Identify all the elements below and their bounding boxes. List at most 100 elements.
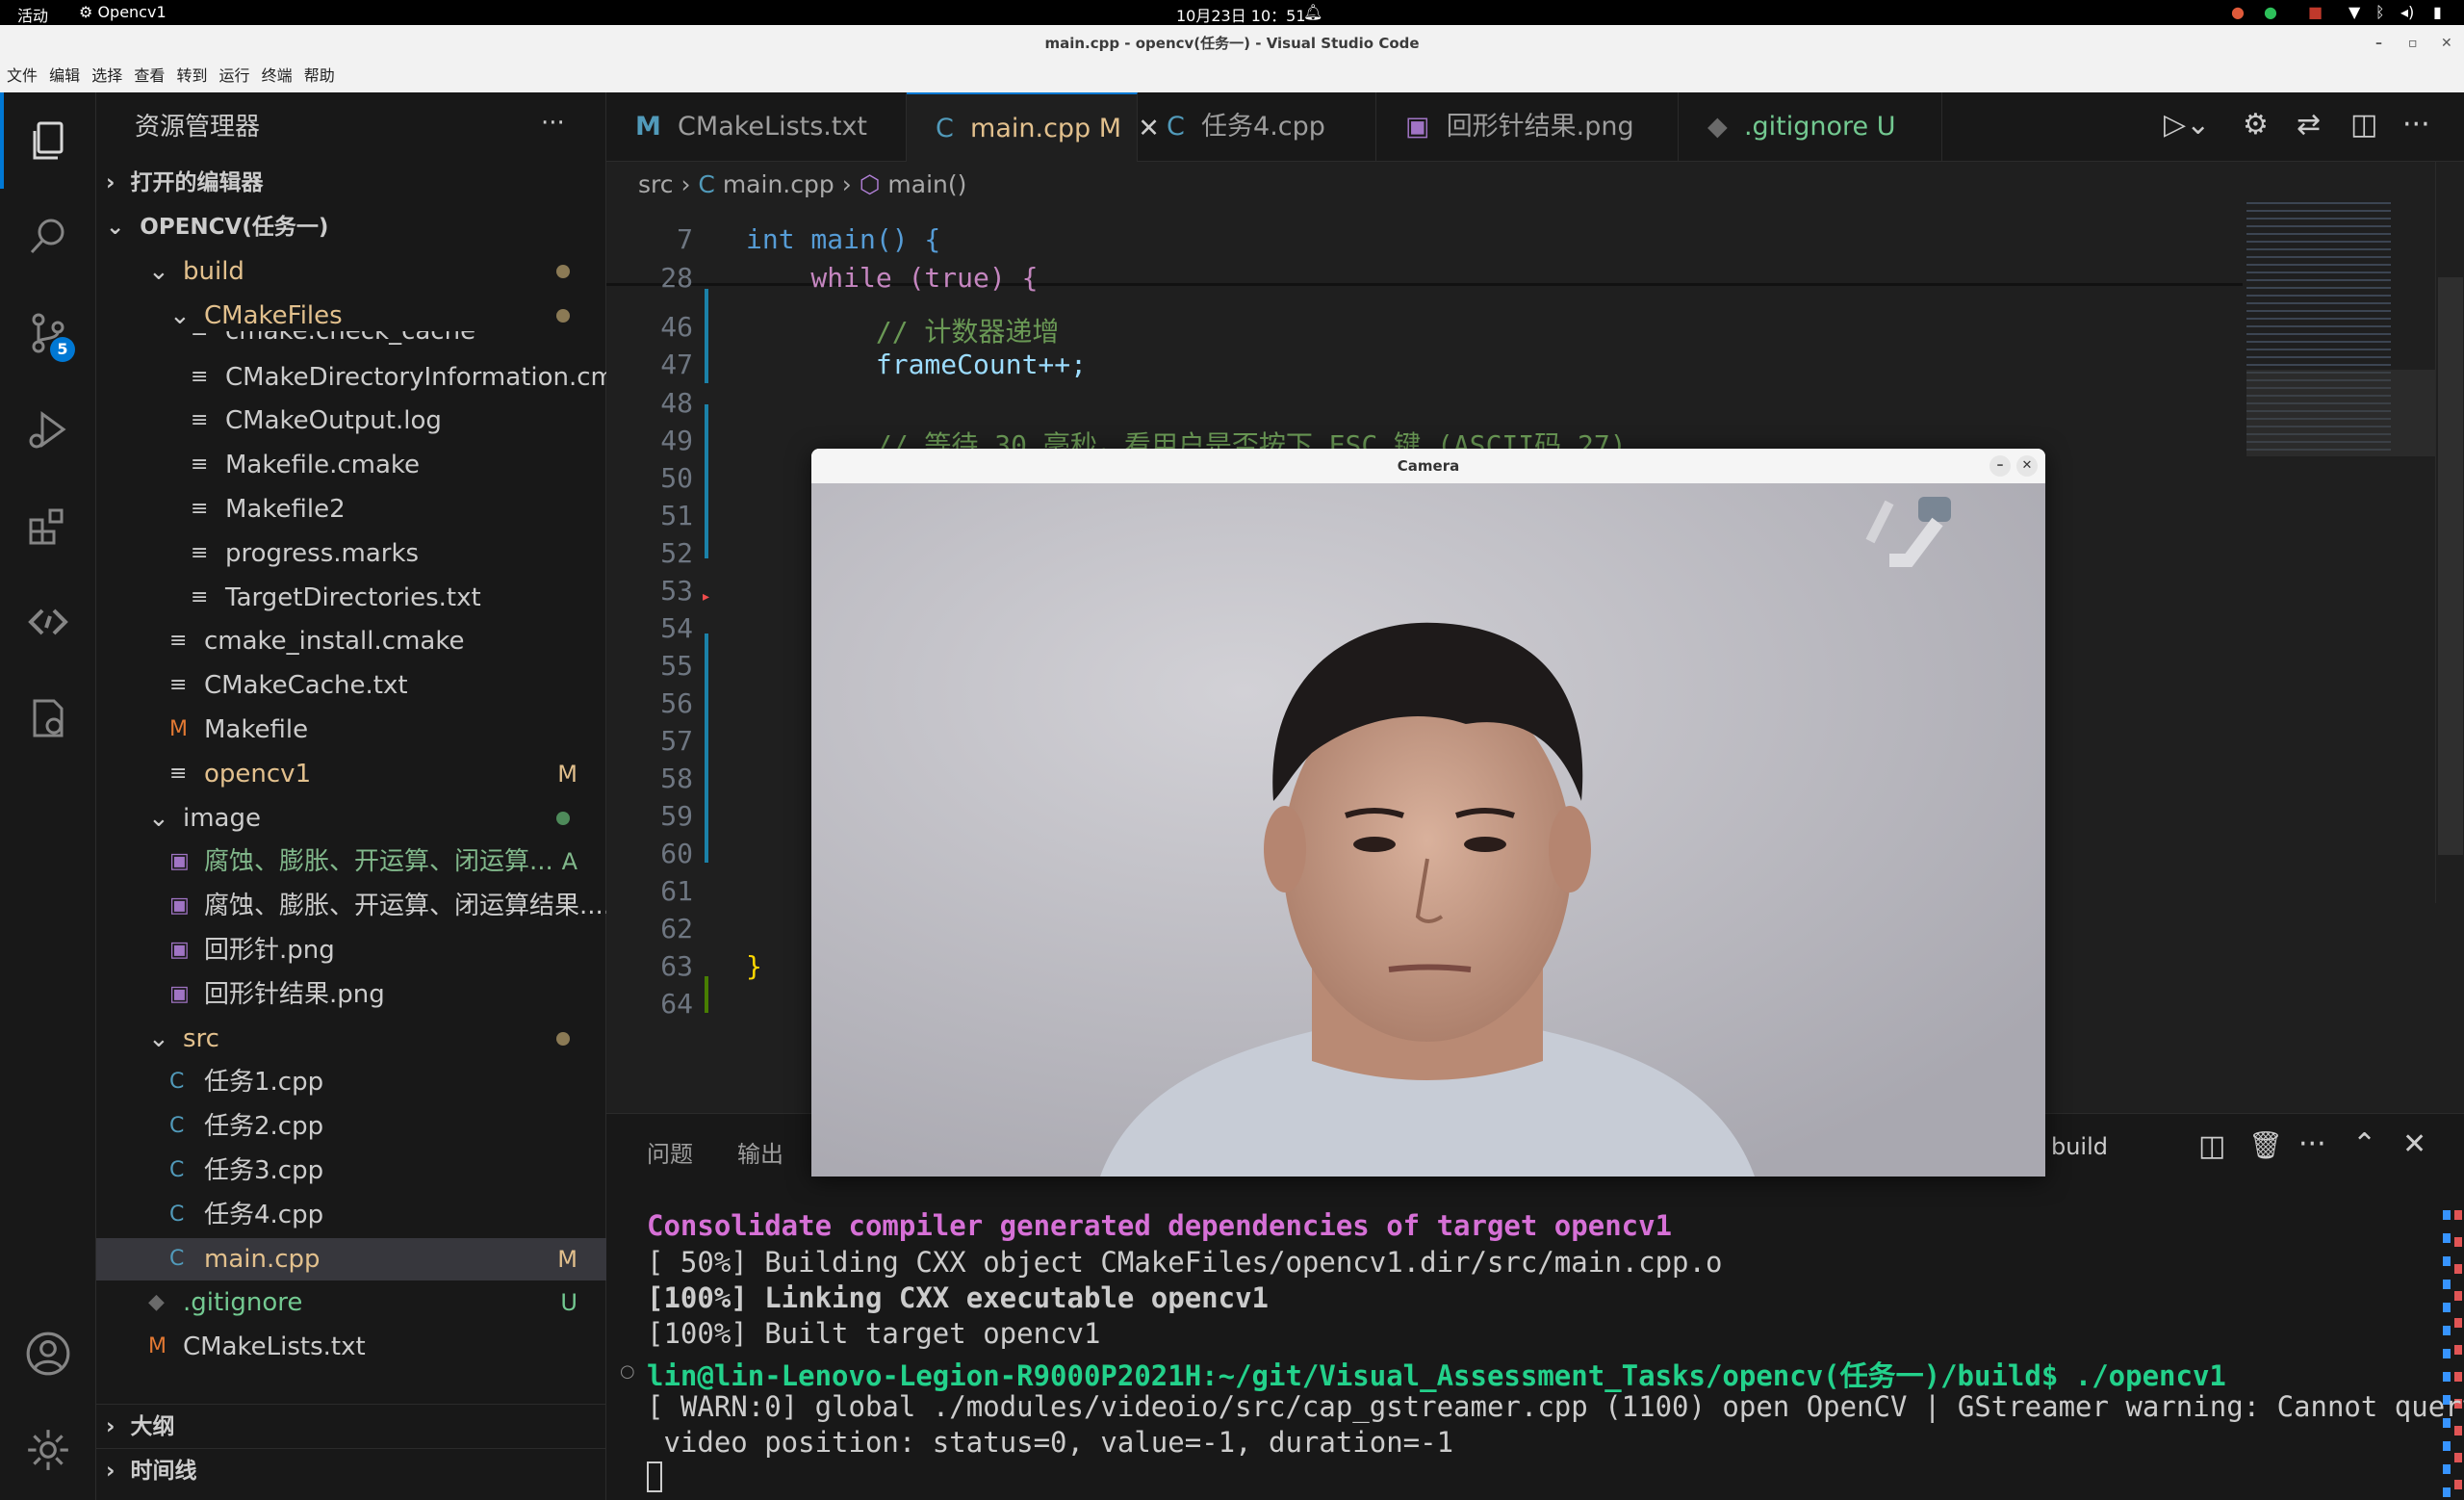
tree-file[interactable]: ▣ 回形针结果.png (96, 973, 606, 1016)
camera-minimize-button[interactable]: – (1989, 455, 2011, 477)
trash-icon[interactable]: 🗑︎ (2248, 1129, 2283, 1161)
line-number: 64 (660, 988, 693, 1020)
close-panel-icon[interactable]: ✕ (2402, 1127, 2426, 1161)
open-editors-section[interactable]: › 打开的编辑器 (106, 162, 264, 204)
line-number: 58 (660, 763, 693, 794)
battery-icon[interactable]: ▮ (2433, 3, 2442, 21)
remote-explorer-icon[interactable] (19, 593, 77, 651)
tree-file[interactable]: C 任务2.cpp (96, 1105, 606, 1148)
tree-file[interactable]: Cmain.cpp M (96, 1237, 606, 1280)
code-line[interactable]: } (746, 950, 762, 982)
activities-button[interactable]: 活动 (17, 3, 48, 26)
tab-task4[interactable]: C 任务4.cpp (1138, 92, 1376, 162)
tree-folder[interactable]: ⌄ image (96, 797, 606, 840)
tree-file[interactable]: C 任务1.cpp (96, 1061, 606, 1103)
tray-app-icon[interactable]: ● (2231, 3, 2245, 21)
close-window-button[interactable]: ✕ (2441, 25, 2452, 62)
account-icon[interactable] (19, 1325, 77, 1383)
tray-red-icon[interactable]: ■ (2308, 3, 2323, 21)
tree-file[interactable]: ▣ 腐蚀、膨胀、开运算、闭运算... A (96, 841, 606, 883)
menu-terminal[interactable]: 终端 (262, 62, 293, 91)
tree-folder[interactable]: ⌄ src (96, 1018, 606, 1060)
tab-main-cpp[interactable]: C main.cpp M ✕ (907, 92, 1160, 162)
tree-file[interactable]: ▣ 回形针.png (96, 929, 606, 971)
more-actions-icon[interactable]: ··· (2298, 1127, 2326, 1161)
tree-file[interactable]: ≡ Makefile2 (96, 488, 606, 530)
run-debug-icon[interactable] (19, 401, 77, 458)
menu-run[interactable]: 运行 (219, 62, 250, 91)
menu-file[interactable]: 文件 (7, 62, 38, 91)
tab-problems[interactable]: 问题 (647, 1135, 693, 1169)
breadcrumb-file[interactable]: main.cpp (723, 170, 834, 198)
tree-file[interactable]: ▣ 腐蚀、膨胀、开运算、闭运算结果.... (96, 885, 606, 927)
code-line[interactable]: int main() { (746, 223, 940, 255)
tree-file[interactable]: ≡ CMakeOutput.log (96, 400, 606, 442)
tree-file[interactable]: ◆ .gitignore U (96, 1281, 606, 1324)
tree-file[interactable]: M Makefile (96, 709, 606, 751)
outline-section[interactable]: › 大纲 (106, 1406, 175, 1448)
camera-close-button[interactable]: ✕ (2016, 455, 2038, 477)
code-line[interactable]: frameCount++; (746, 349, 1087, 380)
minimap-slider[interactable] (2246, 370, 2435, 456)
menu-selection[interactable]: 选择 (91, 62, 122, 91)
run-code-icon[interactable]: ▷⌄ (2164, 108, 2210, 142)
tree-file[interactable]: ≡ Makefile.cmake (96, 444, 606, 486)
app-indicator[interactable]: ⚙ Opencv1 (79, 3, 167, 21)
breadcrumb-src[interactable]: src (638, 170, 674, 198)
code-line[interactable]: while (true) { (746, 262, 1038, 294)
manage-gear-icon[interactable] (19, 1421, 77, 1479)
tree-file[interactable]: M CMakeLists.txt (96, 1326, 606, 1368)
code-line[interactable]: // 计数器递增 (746, 311, 1060, 349)
workspace-root[interactable]: ⌄ OPENCV(任务一) (106, 206, 328, 248)
tree-file[interactable]: ≡ CMakeCache.txt (96, 664, 606, 707)
tree-file[interactable]: C 任务3.cpp (96, 1150, 606, 1192)
compare-changes-icon[interactable]: ⇄ (2297, 108, 2321, 142)
maximize-button[interactable]: ▫ (2408, 25, 2418, 62)
tab-gitignore[interactable]: ◆ .gitignore U (1679, 92, 1942, 162)
wifi-icon[interactable]: ▼ (2348, 3, 2360, 21)
tree-item-label: image (183, 803, 261, 833)
tree-file[interactable]: ≡ opencv1 M (96, 753, 606, 795)
menu-bar: 文件 编辑 选择 查看 转到 运行 终端 帮助 (0, 62, 2464, 92)
maximize-panel-icon[interactable]: ⌃ (2352, 1127, 2376, 1161)
clock[interactable]: 10月23日 10：51 (1176, 3, 1306, 26)
menu-edit[interactable]: 编辑 (49, 62, 80, 91)
extensions-icon[interactable] (19, 497, 77, 555)
terminal-cursor[interactable] (647, 1461, 662, 1492)
menu-go[interactable]: 转到 (176, 62, 207, 91)
tab-output[interactable]: 输出 (737, 1135, 783, 1169)
tree-file[interactable]: ≡ TargetDirectories.txt (96, 577, 606, 619)
menu-view[interactable]: 查看 (134, 62, 165, 91)
system-top-bar: 活动 ⚙ Opencv1 10月23日 10：51 🔔︎ ● ● ■ ▼ ᛒ ◂… (0, 0, 2464, 25)
more-actions-icon[interactable]: ··· (2402, 108, 2430, 142)
breadcrumb-symbol[interactable]: main() (887, 170, 966, 198)
wechat-icon[interactable]: ● (2264, 3, 2277, 21)
tab-paperclip-result[interactable]: ▣ 回形针结果.png (1376, 92, 1679, 162)
camera-title-bar[interactable]: Camera – ✕ (811, 449, 2045, 483)
scrollbar-thumb[interactable] (2438, 277, 2463, 855)
source-control-icon[interactable]: 5 (19, 304, 77, 362)
volume-icon[interactable]: ◂) (2400, 3, 2414, 21)
settings-gear-icon[interactable]: ⚙ (2243, 108, 2269, 142)
split-editor-icon[interactable]: ◫ (2350, 108, 2377, 142)
explorer-icon[interactable] (19, 112, 77, 169)
menu-help[interactable]: 帮助 (304, 62, 335, 91)
more-actions-icon[interactable]: ··· (541, 102, 565, 144)
tree-file[interactable]: C 任务4.cpp (96, 1194, 606, 1236)
bluetooth-icon[interactable]: ᛒ (2375, 3, 2385, 21)
camera-window[interactable]: Camera – ✕ (811, 449, 2045, 1177)
tree-folder[interactable]: ⌄ build (96, 250, 606, 293)
tree-file[interactable]: ≡ cmake_install.cmake (96, 620, 606, 662)
split-terminal-icon[interactable]: ◫ (2198, 1129, 2225, 1163)
timeline-section[interactable]: › 时间线 (106, 1450, 197, 1492)
cmake-icon[interactable] (19, 689, 77, 747)
tree-file[interactable]: ≡cmake.check_cache (96, 331, 606, 350)
search-icon[interactable] (19, 208, 77, 266)
tab-cmakelists[interactable]: M CMakeLists.txt (606, 92, 907, 162)
tree-file[interactable]: ≡ CMakeDirectoryInformation.cm... (96, 356, 606, 399)
terminal-scrollbar[interactable] (2437, 1210, 2464, 1499)
tree-file[interactable]: ≡ progress.marks (96, 532, 606, 575)
editor-scrollbar[interactable] (2435, 162, 2464, 903)
line-number: 60 (660, 838, 693, 869)
minimize-button[interactable]: – (2375, 25, 2382, 62)
